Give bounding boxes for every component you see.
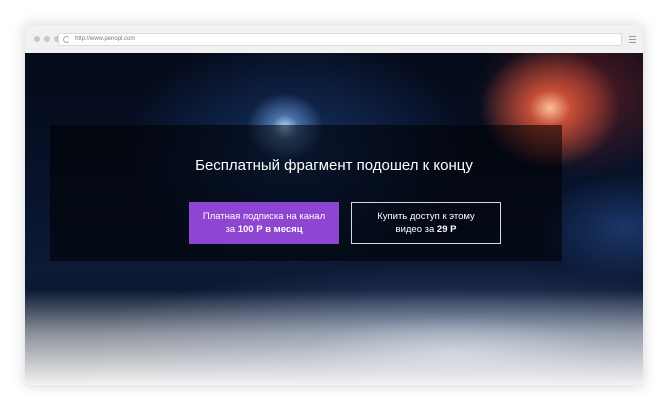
browser-toolbar: http://www.penopl.com xyxy=(25,25,643,54)
subscribe-price-prefix: за xyxy=(225,224,238,235)
buy-price: 29 Р xyxy=(436,224,457,235)
reload-icon[interactable] xyxy=(63,36,70,43)
window-controls xyxy=(34,36,60,42)
buy-price-prefix: видео за xyxy=(395,224,437,235)
hamburger-menu-icon[interactable] xyxy=(629,36,636,43)
url-text[interactable]: http://www.penopl.com xyxy=(75,35,135,44)
window-dot-close[interactable] xyxy=(34,36,40,42)
subscribe-button-line2: за 100 Р в месяц xyxy=(225,223,302,236)
browser-window: http://www.penopl.com Бесплатный фрагмен… xyxy=(25,25,643,385)
video-bottom-fade xyxy=(25,290,643,385)
buy-button-line1: Купить доступ к этому xyxy=(377,211,475,222)
window-dot-minimize[interactable] xyxy=(44,36,50,42)
address-bar[interactable]: http://www.penopl.com xyxy=(58,33,622,46)
buy-video-button[interactable]: Купить доступ к этому видео за 29 Р xyxy=(351,202,501,244)
subscribe-button-line1: Платная подписка на канал xyxy=(202,211,326,222)
paywall-headline: Бесплатный фрагмент подошел к концу xyxy=(195,157,473,174)
video-player[interactable]: Бесплатный фрагмент подошел к концу Плат… xyxy=(25,53,643,385)
subscribe-price: 100 Р в месяц xyxy=(237,224,303,235)
subscribe-channel-button[interactable]: Платная подписка на канал за 100 Р в мес… xyxy=(189,202,339,244)
buy-button-line2: видео за 29 Р xyxy=(396,223,457,236)
